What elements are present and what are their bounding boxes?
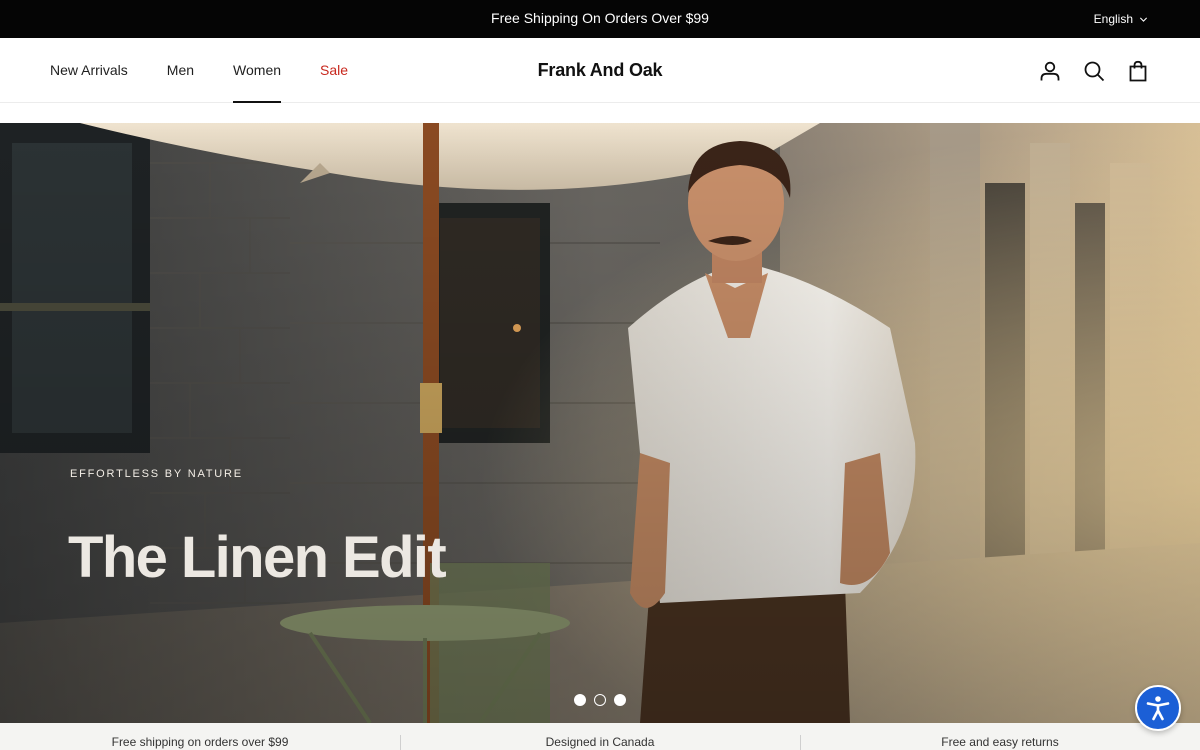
value-prop-designed: Designed in Canada [400, 723, 800, 750]
site-header: New Arrivals Men Women Sale Frank And Oa… [0, 38, 1200, 103]
value-prop-shipping: Free shipping on orders over $99 [111, 735, 289, 749]
site-logo[interactable]: Frank And Oak [538, 60, 663, 80]
shopping-bag-icon[interactable] [1126, 59, 1150, 83]
nav-item-women[interactable]: Women [233, 38, 281, 103]
hero-eyebrow: EFFORTLESS BY NATURE [70, 468, 243, 480]
language-selector[interactable]: English [1094, 0, 1148, 38]
announcement-bar: Free Shipping On Orders Over $99 English [0, 0, 1200, 38]
main-nav: New Arrivals Men Women Sale [50, 38, 387, 103]
value-prop-returns: Free and easy returns [800, 723, 1200, 750]
slide-dot-3[interactable] [614, 694, 626, 706]
search-icon[interactable] [1082, 59, 1106, 83]
accessibility-button[interactable] [1135, 685, 1181, 731]
nav-item-new-arrivals[interactable]: New Arrivals [50, 38, 128, 103]
nav-item-sale[interactable]: Sale [320, 38, 348, 103]
accessibility-icon [1146, 696, 1170, 721]
chevron-down-icon [1139, 17, 1148, 22]
announcement-text: Free Shipping On Orders Over $99 [491, 10, 709, 26]
value-props-bar: Free shipping on orders over $99 Designe… [0, 723, 1200, 750]
hero-image [0, 123, 1200, 723]
hero-title[interactable]: The Linen Edit [68, 523, 447, 593]
slide-dots [574, 694, 626, 706]
nav-item-men[interactable]: Men [167, 38, 194, 103]
slide-dot-1[interactable] [574, 694, 586, 706]
account-icon[interactable] [1038, 59, 1062, 83]
slide-dot-2[interactable] [594, 694, 606, 706]
language-label: English [1093, 12, 1133, 26]
header-icons [1038, 38, 1150, 103]
hero-banner[interactable]: EFFORTLESS BY NATURE The Linen Edit [0, 123, 1200, 723]
